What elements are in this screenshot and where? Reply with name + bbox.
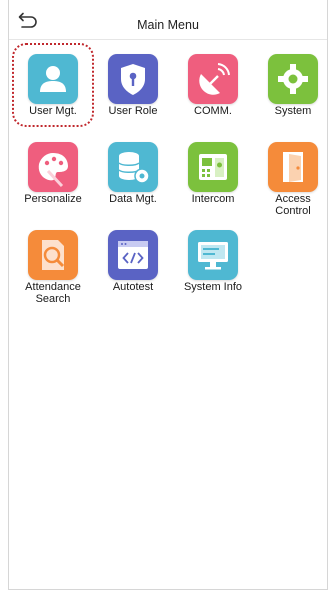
menu-item-data-mgt[interactable]: Data Mgt. [93, 130, 173, 216]
menu-item-system-info[interactable]: System Info [173, 218, 253, 304]
palette-icon [28, 142, 78, 192]
menu-item-label: Attendance Search [25, 281, 81, 305]
user-icon [28, 54, 78, 104]
menu-item-user-mgt[interactable]: User Mgt. [12, 42, 94, 128]
menu-item-label: Intercom [191, 193, 235, 205]
menu-item-label: Personalize [24, 193, 82, 205]
device-screen: Main Menu User Mgt. User Role COMM. System P… [8, 0, 328, 590]
satellite-dish-icon [188, 54, 238, 104]
menu-item-autotest[interactable]: Autotest [93, 218, 173, 304]
menu-item-label: User Mgt. [29, 105, 77, 117]
menu-item-label: Data Mgt. [109, 193, 157, 205]
menu-item-attendance-search[interactable]: Attendance Search [13, 218, 93, 305]
menu-item-label: COMM. [194, 105, 232, 117]
menu-item-label: User Role [108, 105, 158, 117]
menu-item-system[interactable]: System [253, 42, 333, 128]
code-window-icon [108, 230, 158, 280]
menu-item-label: Autotest [112, 281, 154, 293]
menu-item-user-role[interactable]: User Role [93, 42, 173, 128]
menu-grid: User Mgt. User Role COMM. System Personalize… [9, 0, 327, 589]
menu-item-label: System Info [183, 281, 243, 293]
search-document-icon [28, 230, 78, 280]
database-gear-icon [108, 142, 158, 192]
menu-item-label: Access Control [275, 193, 311, 217]
monitor-icon [188, 230, 238, 280]
menu-item-access-control[interactable]: Access Control [253, 130, 333, 217]
intercom-panel-icon [188, 142, 238, 192]
menu-item-comm[interactable]: COMM. [173, 42, 253, 128]
menu-item-personalize[interactable]: Personalize [13, 130, 93, 216]
door-icon [268, 142, 318, 192]
shield-key-icon [108, 54, 158, 104]
menu-item-intercom[interactable]: Intercom [173, 130, 253, 216]
gear-icon [268, 54, 318, 104]
menu-item-label: System [274, 105, 312, 117]
